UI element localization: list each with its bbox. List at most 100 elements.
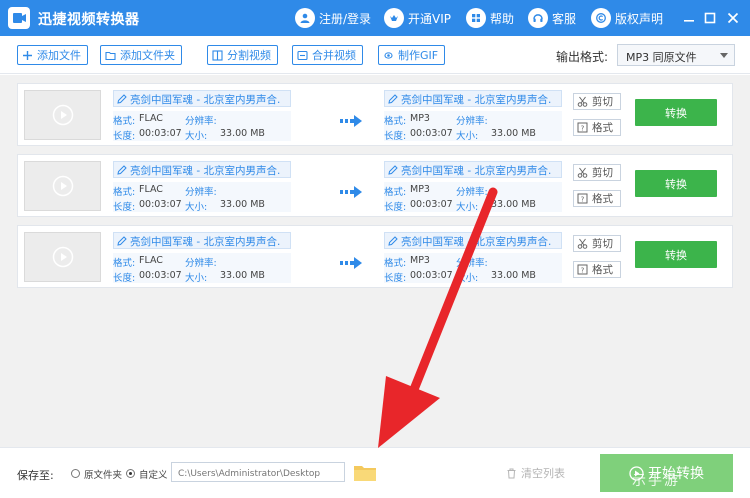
maximize-button[interactable] — [701, 9, 719, 27]
target-name-box[interactable]: 亮剑中国军魂 - 北京室内男声合. — [384, 232, 562, 249]
split-icon — [212, 49, 223, 61]
format-icon: ? — [577, 122, 588, 133]
custom-folder-radio[interactable] — [126, 469, 135, 478]
make-gif-button[interactable]: 制作GIF — [378, 45, 446, 65]
copyright-button[interactable]: 版权声明 — [591, 7, 663, 29]
source-info: 格式: FLAC 分辨率: 长度: 00:03:07 大小: 33.00 MB — [113, 111, 291, 142]
convert-arrow-icon — [340, 115, 362, 127]
source-size: 33.00 MB — [220, 270, 265, 281]
vip-button[interactable]: 开通VIP — [384, 7, 451, 29]
help-icon — [466, 8, 486, 28]
scissors-icon — [577, 238, 588, 249]
minimize-button[interactable] — [680, 9, 698, 27]
copyright-icon — [591, 8, 611, 28]
custom-folder-label: 自定义 — [139, 470, 168, 481]
cut-label: 剪切 — [592, 167, 613, 179]
add-file-button[interactable]: 添加文件 — [17, 45, 88, 65]
source-file-name: 亮剑中国军魂 - 北京室内男声合. — [130, 94, 281, 106]
svg-text:?: ? — [581, 267, 585, 275]
target-duration: 00:03:07 — [410, 199, 453, 210]
target-name-box[interactable]: 亮剑中国军魂 - 北京室内男声合. — [384, 161, 562, 178]
convert-label: 转换 — [665, 248, 687, 262]
format-label: 格式: — [384, 258, 407, 269]
source-name-box[interactable]: 亮剑中国军魂 - 北京室内男声合. — [113, 232, 291, 249]
convert-button[interactable]: 转换 — [635, 170, 717, 197]
open-folder-icon[interactable] — [353, 462, 377, 482]
source-duration: 00:03:07 — [139, 270, 182, 281]
video-thumbnail[interactable] — [24, 90, 101, 140]
size-label: 大小: — [456, 202, 479, 213]
cut-button[interactable]: 剪切 — [573, 235, 621, 252]
merge-video-label: 合并视频 — [312, 49, 356, 62]
edit-icon — [388, 94, 398, 104]
split-video-label: 分割视频 — [227, 49, 271, 62]
target-name-box[interactable]: 亮剑中国军魂 - 北京室内男声合. — [384, 90, 562, 107]
app-title: 迅捷视频转换器 — [38, 12, 140, 28]
help-button[interactable]: 帮助 — [466, 7, 514, 29]
svg-text:?: ? — [581, 196, 585, 204]
vip-label: 开通VIP — [408, 11, 451, 26]
close-icon — [727, 12, 739, 24]
output-format-select[interactable]: MP3 同原文件 — [617, 44, 735, 66]
gif-icon — [384, 51, 393, 59]
target-size: 33.00 MB — [491, 128, 536, 139]
target-file-name: 亮剑中国军魂 - 北京室内男声合. — [401, 236, 552, 248]
scissors-icon — [577, 96, 588, 107]
format-button[interactable]: ? 格式 — [573, 119, 621, 136]
cut-button[interactable]: 剪切 — [573, 93, 621, 110]
resolution-label: 分辨率: — [185, 116, 217, 127]
duration-label: 长度: — [113, 131, 136, 142]
play-icon — [52, 175, 73, 197]
folder-icon — [105, 51, 116, 60]
format-btn-label: 格式 — [592, 122, 613, 134]
video-thumbnail[interactable] — [24, 232, 101, 282]
convert-button[interactable]: 转换 — [635, 241, 717, 268]
clear-list-button[interactable]: 清空列表 — [506, 465, 565, 481]
close-button[interactable] — [724, 9, 742, 27]
login-button[interactable]: 注册/登录 — [295, 7, 371, 29]
edit-icon — [117, 94, 127, 104]
save-path-input[interactable] — [171, 462, 345, 482]
source-duration: 00:03:07 — [139, 128, 182, 139]
svg-text:?: ? — [581, 125, 585, 133]
cut-button[interactable]: 剪切 — [573, 164, 621, 181]
format-button[interactable]: ? 格式 — [573, 261, 621, 278]
app-logo-icon — [8, 7, 30, 29]
original-folder-radio[interactable] — [71, 469, 80, 478]
source-name-box[interactable]: 亮剑中国军魂 - 北京室内男声合. — [113, 161, 291, 178]
cut-label: 剪切 — [592, 96, 613, 108]
target-format: MP3 — [410, 113, 430, 124]
target-format: MP3 — [410, 255, 430, 266]
duration-label: 长度: — [113, 273, 136, 284]
login-label: 注册/登录 — [319, 11, 372, 26]
target-info: 格式: MP3 分辨率: 长度: 00:03:07 大小: 33.00 MB — [384, 253, 562, 284]
merge-video-button[interactable]: 合并视频 — [292, 45, 363, 65]
duration-label: 长度: — [384, 131, 407, 142]
user-icon — [295, 8, 315, 28]
convert-arrow-icon — [340, 257, 362, 269]
size-label: 大小: — [185, 202, 208, 213]
target-duration: 00:03:07 — [410, 128, 453, 139]
edit-icon — [117, 236, 127, 246]
split-video-button[interactable]: 分割视频 — [207, 45, 278, 65]
video-thumbnail[interactable] — [24, 161, 101, 211]
format-icon: ? — [577, 193, 588, 204]
source-size: 33.00 MB — [220, 128, 265, 139]
source-format: FLAC — [139, 113, 163, 124]
merge-icon — [297, 50, 308, 60]
vip-icon — [384, 8, 404, 28]
add-folder-button[interactable]: 添加文件夹 — [100, 45, 182, 65]
source-info: 格式: FLAC 分辨率: 长度: 00:03:07 大小: 33.00 MB — [113, 182, 291, 213]
format-button[interactable]: ? 格式 — [573, 190, 621, 207]
format-label: 格式: — [384, 116, 407, 127]
make-gif-label: 制作GIF — [398, 49, 439, 62]
output-format-label: 输出格式: — [556, 50, 609, 64]
source-name-box[interactable]: 亮剑中国军魂 - 北京室内男声合. — [113, 90, 291, 107]
headset-icon — [528, 8, 548, 28]
convert-button[interactable]: 转换 — [635, 99, 717, 126]
convert-label: 转换 — [665, 106, 687, 120]
duration-label: 长度: — [384, 202, 407, 213]
target-duration: 00:03:07 — [410, 270, 453, 281]
size-label: 大小: — [185, 131, 208, 142]
support-button[interactable]: 客服 — [528, 7, 576, 29]
